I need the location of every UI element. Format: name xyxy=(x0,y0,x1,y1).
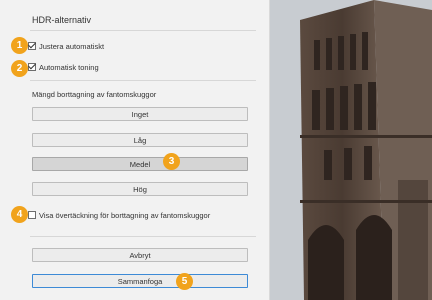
auto-toning-checkbox-row[interactable]: Automatisk toning xyxy=(28,61,99,73)
annotation-badge-4: 4 xyxy=(11,206,28,223)
overlay-checkbox-row[interactable]: Visa övertäckning för borttagning av fan… xyxy=(28,209,210,221)
auto-toning-label: Automatisk toning xyxy=(39,62,99,72)
overlay-checkbox[interactable] xyxy=(28,211,36,219)
cancel-button[interactable]: Avbryt xyxy=(32,248,248,262)
separator xyxy=(30,80,256,81)
ghost-medium-button[interactable]: Medel xyxy=(32,157,248,171)
auto-adjust-checkbox[interactable] xyxy=(28,42,36,50)
ghost-none-button[interactable]: Inget xyxy=(32,107,248,121)
annotation-badge-1: 1 xyxy=(11,37,28,54)
overlay-label: Visa övertäckning för borttagning av fan… xyxy=(39,210,211,220)
merge-button[interactable]: Sammanfoga xyxy=(32,274,248,288)
annotation-badge-3: 3 xyxy=(163,153,180,170)
auto-adjust-checkbox-row[interactable]: Justera automatiskt xyxy=(28,40,104,52)
cathedral-illustration xyxy=(264,0,432,300)
separator xyxy=(30,236,256,237)
ghost-low-button[interactable]: Låg xyxy=(32,133,248,147)
ghost-removal-label: Mängd borttagning av fantomskuggor xyxy=(32,90,157,99)
annotation-badge-5: 5 xyxy=(176,273,193,290)
background-photo-cathedral xyxy=(264,0,432,300)
separator xyxy=(30,30,256,31)
ghost-high-button[interactable]: Hög xyxy=(32,182,248,196)
auto-toning-checkbox[interactable] xyxy=(28,63,36,71)
dialog-title: HDR-alternativ xyxy=(32,15,92,25)
annotation-badge-2: 2 xyxy=(11,60,28,77)
auto-adjust-label: Justera automatiskt xyxy=(39,41,105,51)
hdr-options-dialog: HDR-alternativ Justera automatiskt Autom… xyxy=(0,0,270,300)
